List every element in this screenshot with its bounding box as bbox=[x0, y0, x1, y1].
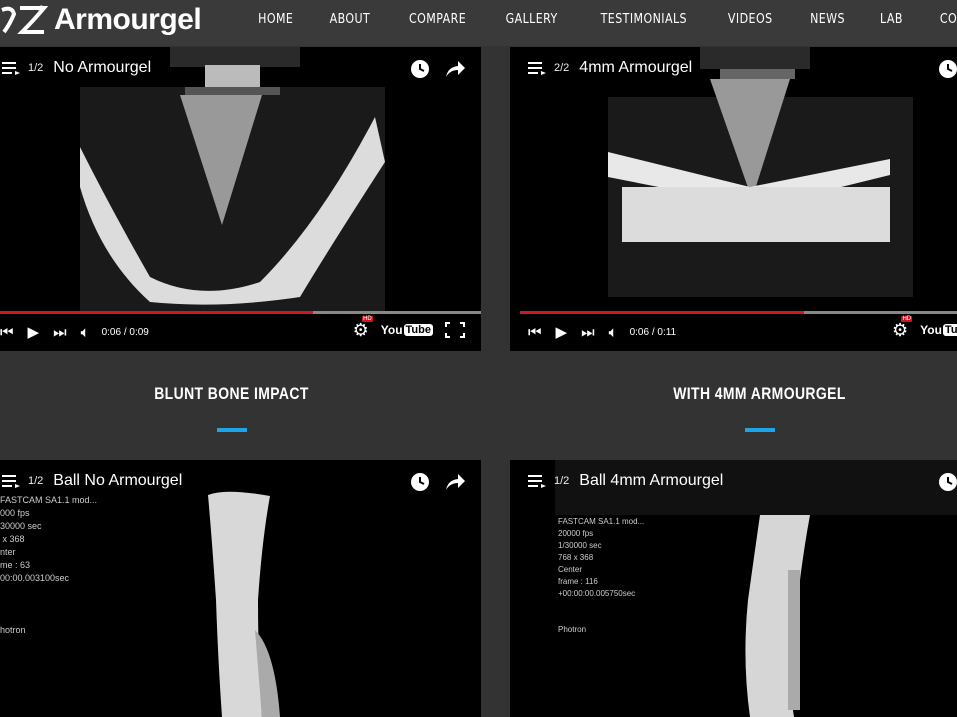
registered-mark: ® bbox=[38, 4, 45, 14]
video-frame bbox=[608, 47, 913, 297]
youtube-you: You bbox=[920, 323, 942, 337]
previous-icon[interactable]: ⏮ bbox=[0, 324, 14, 341]
youtube-tube: Tube bbox=[942, 324, 957, 336]
playlist-count: 2/2 bbox=[554, 62, 570, 74]
progress-bar[interactable] bbox=[520, 311, 957, 314]
brand-name: Armourgel bbox=[54, 3, 202, 36]
settings-icon[interactable]: ⚙ HD bbox=[353, 315, 373, 341]
video-player-4mm-armourgel[interactable]: 2/2 4mm Armourgel ⏮ ▶ ⏭ 🔈︎ 0:06 / 0:11 ⚙… bbox=[510, 47, 957, 351]
video-title-bar: 2/2 4mm Armourgel bbox=[528, 59, 692, 77]
nav-about[interactable]: ABOUT bbox=[330, 12, 371, 27]
video-title-bar: 1/2 Ball 4mm Armourgel bbox=[528, 472, 723, 490]
progress-bar[interactable] bbox=[0, 311, 481, 314]
video-player-ball-no-armourgel[interactable]: FASTCAM SA1.1 mod... 000 fps 30000 sec x… bbox=[0, 460, 481, 717]
main-nav: HOME ABOUT COMPARE GALLERY TESTIMONIALS … bbox=[240, 0, 957, 38]
nav-contact[interactable]: CONTACT bbox=[940, 12, 957, 27]
control-right: ⚙HD YouTube bbox=[353, 315, 465, 345]
share-icon[interactable] bbox=[444, 472, 466, 492]
video-title[interactable]: No Armourgel bbox=[53, 59, 151, 77]
hd-badge: HD bbox=[362, 315, 373, 322]
video-title[interactable]: Ball 4mm Armourgel bbox=[579, 472, 723, 490]
video-title-bar: 1/2 Ball No Armourgel bbox=[2, 472, 182, 490]
camera-overlay-text: FASTCAM SA1.1 mod... 000 fps 30000 sec x… bbox=[0, 495, 98, 635]
playlist-count: 1/2 bbox=[28, 475, 44, 487]
nav-testimonials[interactable]: TESTIMONIALS bbox=[600, 12, 686, 27]
nav-gallery[interactable]: GALLERY bbox=[506, 12, 558, 27]
player-controls: ⏮ ▶ ⏭ 🔈︎ 0:06 / 0:09 ⚙ HD You Tube bbox=[0, 311, 481, 351]
progress-fill bbox=[0, 311, 313, 314]
accent-divider bbox=[217, 428, 247, 432]
time-display: 0:06 / 0:09 bbox=[101, 326, 149, 338]
watch-later-icon[interactable] bbox=[410, 59, 430, 79]
youtube-logo[interactable]: YouTube bbox=[381, 323, 433, 337]
nav-home[interactable]: HOME bbox=[258, 12, 293, 27]
playlist-count: 1/2 bbox=[28, 62, 44, 74]
next-icon[interactable]: ⏭ bbox=[581, 324, 595, 341]
top-right-icons bbox=[938, 472, 957, 492]
top-right-icons bbox=[410, 59, 466, 79]
watch-later-icon[interactable] bbox=[938, 59, 957, 79]
site-header: ® Armourgel HOME ABOUT COMPARE GALLERY T… bbox=[0, 0, 957, 46]
youtube-you: You bbox=[380, 323, 403, 337]
play-icon[interactable]: ▶ bbox=[556, 323, 568, 341]
playlist-icon[interactable] bbox=[2, 61, 20, 75]
top-right-icons bbox=[410, 472, 466, 492]
nav-compare[interactable]: COMPARE bbox=[409, 12, 466, 27]
top-right-icons bbox=[938, 59, 957, 79]
playlist-icon[interactable] bbox=[528, 474, 546, 488]
playlist-count: 1/2 bbox=[554, 475, 570, 487]
caption-blunt-bone-impact: BLUNT BONE IMPACT bbox=[154, 384, 309, 403]
camera-overlay-text: FASTCAM SA1.1 mod... 20000 fps 1/30000 s… bbox=[558, 517, 645, 634]
nav-news[interactable]: NEWS bbox=[810, 12, 845, 27]
video-title-bar: 1/2 No Armourgel bbox=[2, 59, 151, 77]
nav-videos[interactable]: VIDEOS bbox=[728, 12, 773, 27]
share-icon[interactable] bbox=[444, 59, 466, 79]
caption-with-4mm-armourgel: WITH 4MM ARMOURGEL bbox=[673, 384, 846, 403]
fullscreen-icon[interactable] bbox=[445, 322, 465, 338]
volume-icon[interactable]: 🔈︎ bbox=[609, 324, 618, 341]
watch-later-icon[interactable] bbox=[410, 472, 430, 492]
youtube-tube: Tube bbox=[403, 324, 433, 336]
nav-lab[interactable]: LAB bbox=[880, 12, 903, 27]
next-icon[interactable]: ⏭ bbox=[53, 324, 67, 341]
video-player-ball-4mm-armourgel[interactable]: FASTCAM SA1.1 mod... 20000 fps 1/30000 s… bbox=[510, 460, 957, 717]
accent-divider bbox=[745, 428, 775, 432]
control-right: ⚙HD YouTube bbox=[892, 315, 957, 345]
play-icon[interactable]: ▶ bbox=[28, 323, 40, 341]
time-display: 0:06 / 0:11 bbox=[629, 326, 677, 338]
video-player-no-armourgel[interactable]: 1/2 No Armourgel ⏮ ▶ ⏭ 🔈︎ 0:06 / 0:09 ⚙ H… bbox=[0, 47, 481, 351]
playlist-icon[interactable] bbox=[528, 61, 546, 75]
video-title[interactable]: Ball No Armourgel bbox=[53, 472, 182, 490]
video-frame bbox=[80, 47, 385, 312]
playlist-icon[interactable] bbox=[2, 474, 20, 488]
video-title[interactable]: 4mm Armourgel bbox=[579, 59, 692, 77]
youtube-logo[interactable]: YouTube bbox=[920, 323, 957, 337]
watch-later-icon[interactable] bbox=[938, 472, 957, 492]
logo[interactable]: ® Armourgel bbox=[0, 2, 202, 38]
player-controls: ⏮ ▶ ⏭ 🔈︎ 0:06 / 0:11 ⚙HD YouTube bbox=[510, 311, 957, 351]
previous-icon[interactable]: ⏮ bbox=[528, 324, 542, 341]
hd-badge: HD bbox=[901, 315, 913, 322]
volume-icon[interactable]: 🔈︎ bbox=[81, 324, 90, 341]
progress-fill bbox=[520, 311, 805, 314]
settings-icon[interactable]: ⚙ HD bbox=[892, 315, 913, 341]
